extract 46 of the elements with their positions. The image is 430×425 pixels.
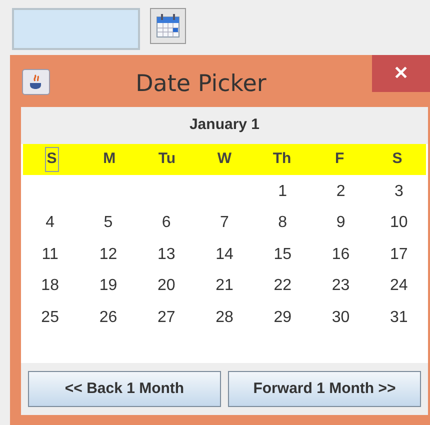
weekday-label: S <box>44 147 59 172</box>
weekday-label: W <box>216 149 233 170</box>
day-number[interactable]: 9 <box>336 211 346 236</box>
day-number[interactable]: 25 <box>41 306 59 330</box>
day-number[interactable]: 28 <box>216 306 234 330</box>
weekday-label: F <box>334 149 346 170</box>
day-number[interactable]: 5 <box>104 211 113 236</box>
day-number[interactable]: 14 <box>216 242 234 267</box>
day-number[interactable]: 17 <box>390 242 408 267</box>
day-number[interactable]: 30 <box>332 306 350 330</box>
day-number[interactable]: 13 <box>157 242 176 267</box>
calendar-icon <box>155 13 181 39</box>
day-number[interactable]: 3 <box>394 180 404 204</box>
day-number[interactable]: 18 <box>41 274 59 298</box>
day-number[interactable]: 8 <box>278 211 288 236</box>
weekday-label: M <box>102 149 117 170</box>
close-button[interactable]: ✕ <box>372 55 430 92</box>
day-number[interactable]: 16 <box>332 242 350 267</box>
weekday-label: Tu <box>157 149 177 170</box>
day-number[interactable]: 31 <box>390 306 408 330</box>
day-number[interactable]: 15 <box>274 242 292 267</box>
date-field[interactable] <box>12 8 140 50</box>
day-number[interactable]: 27 <box>157 306 176 330</box>
day-number[interactable]: 24 <box>390 274 408 298</box>
day-number[interactable]: 21 <box>216 274 234 298</box>
day-number[interactable]: 7 <box>220 211 229 236</box>
day-number[interactable]: 20 <box>157 274 176 298</box>
weekday-label: S <box>391 149 404 170</box>
window-title: Date Picker <box>134 70 268 99</box>
day-number[interactable]: 2 <box>336 180 346 204</box>
day-number[interactable]: 29 <box>274 306 292 330</box>
weekday-label: Th <box>272 149 292 170</box>
day-number[interactable]: 4 <box>46 211 55 236</box>
day-number[interactable]: 22 <box>274 274 292 298</box>
day-number[interactable]: 11 <box>42 242 58 267</box>
day-number[interactable]: 6 <box>162 211 171 236</box>
day-number[interactable]: 26 <box>99 306 118 330</box>
day-number[interactable]: 1 <box>278 180 288 204</box>
day-number[interactable]: 12 <box>99 242 118 267</box>
day-number[interactable]: 19 <box>99 274 118 298</box>
day-number[interactable]: 23 <box>332 274 350 298</box>
day-number[interactable]: 10 <box>390 211 408 236</box>
forward-month-button[interactable]: Forward 1 Month >> <box>228 371 421 407</box>
calendar-button[interactable] <box>150 8 186 44</box>
month-title: January 1 <box>21 107 428 144</box>
back-month-button[interactable]: << Back 1 Month <box>28 371 221 407</box>
